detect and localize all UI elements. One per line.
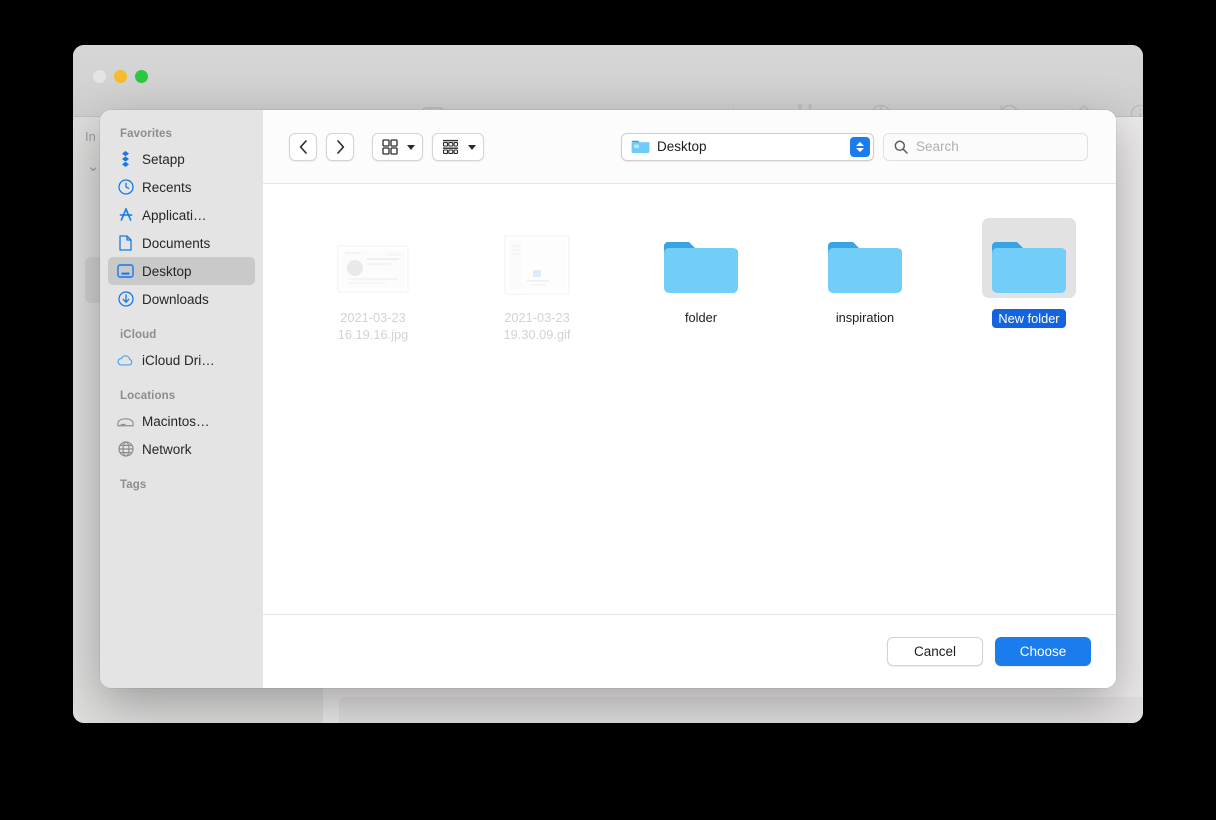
chevron-down-icon xyxy=(468,145,476,150)
globe-icon xyxy=(117,441,134,458)
desktop-icon xyxy=(117,263,134,280)
clock-icon xyxy=(117,179,134,196)
group-view-icon xyxy=(442,139,459,155)
maximize-window-button[interactable] xyxy=(135,70,148,83)
folder-icon xyxy=(989,234,1069,298)
file-label: folder xyxy=(685,309,717,326)
app-content-card xyxy=(339,697,1143,723)
grid-view-icon xyxy=(382,139,398,155)
sidebar-item-setapp[interactable]: Setapp xyxy=(108,145,255,173)
forward-button[interactable] xyxy=(326,133,354,161)
app-titlebar: View Disk Utility Volume First Aid xyxy=(73,45,1143,117)
file-thumbnail xyxy=(490,218,584,298)
sidebar-item-recents[interactable]: Recents xyxy=(108,173,255,201)
sidebar-item-desktop[interactable]: Desktop xyxy=(108,257,255,285)
file-label: 2021-03-23 19.30.09.gif xyxy=(504,309,571,343)
close-window-button[interactable] xyxy=(93,70,106,83)
window-controls[interactable] xyxy=(93,70,148,83)
chevron-down-icon xyxy=(856,148,864,152)
chevron-right-icon xyxy=(336,140,345,154)
icon-view-button[interactable] xyxy=(372,133,423,161)
file-thumbnail xyxy=(982,218,1076,298)
path-popup-label: Desktop xyxy=(657,139,843,154)
sidebar-header-icloud: iCloud xyxy=(100,329,263,346)
back-button[interactable] xyxy=(289,133,317,161)
sidebar-group-tags: Tags xyxy=(100,479,263,496)
file-thumbnail xyxy=(654,218,748,298)
cloud-icon xyxy=(117,352,134,369)
sidebar-label-setapp: Setapp xyxy=(142,152,185,167)
sidebar-label-downloads: Downloads xyxy=(142,292,209,307)
file-thumbnail xyxy=(818,218,912,298)
image-thumbnail-icon xyxy=(503,234,571,298)
sidebar-label-macintosh-hd: Macintos… xyxy=(142,414,210,429)
setapp-icon xyxy=(117,151,134,168)
download-icon xyxy=(117,291,134,308)
chevron-up-icon xyxy=(856,142,864,146)
file-item-new-folder[interactable]: New folder xyxy=(947,218,1111,343)
choose-button[interactable]: Choose xyxy=(995,637,1091,666)
chevron-left-icon xyxy=(299,140,308,154)
hard-drive-icon xyxy=(117,413,134,430)
dialog-footer: Cancel Choose xyxy=(263,614,1116,688)
sidebar-label-icloud-drive: iCloud Dri… xyxy=(142,353,215,368)
sidebar-group-icloud: iCloud iCloud Dri… xyxy=(100,329,263,374)
path-stepper-icon[interactable] xyxy=(850,137,870,157)
search-icon xyxy=(894,140,908,154)
minimize-window-button[interactable] xyxy=(114,70,127,83)
arrange-view-button[interactable] xyxy=(432,133,484,161)
dialog-toolbar: Desktop Search xyxy=(263,110,1116,184)
app-sidebar-disclosure-icon[interactable]: ⌄ xyxy=(87,157,100,175)
sidebar-group-locations: Locations Macintos… Network xyxy=(100,390,263,463)
sidebar-label-desktop: Desktop xyxy=(142,264,192,279)
search-field[interactable]: Search xyxy=(883,133,1088,161)
sidebar-item-network[interactable]: Network xyxy=(108,435,255,463)
sidebar-label-network: Network xyxy=(142,442,192,457)
app-store-a-icon xyxy=(117,207,134,224)
file-item-image-jpg[interactable]: 2021-03-23 16.19.16.jpg xyxy=(291,218,455,343)
document-icon xyxy=(117,235,134,252)
sidebar-header-tags: Tags xyxy=(100,479,263,496)
sidebar-item-macintosh-hd[interactable]: Macintos… xyxy=(108,407,255,435)
cancel-button[interactable]: Cancel xyxy=(887,637,983,666)
search-placeholder: Search xyxy=(916,139,959,154)
sidebar-label-documents: Documents xyxy=(142,236,210,251)
sidebar-header-favorites: Favorites xyxy=(100,128,263,145)
sidebar-item-documents[interactable]: Documents xyxy=(108,229,255,257)
sidebar-header-locations: Locations xyxy=(100,390,263,407)
sidebar-item-icloud-drive[interactable]: iCloud Dri… xyxy=(108,346,255,374)
sidebar-group-favorites: Favorites Setapp Recents xyxy=(100,128,263,313)
file-item-image-gif[interactable]: 2021-03-23 19.30.09.gif xyxy=(455,218,619,343)
image-thumbnail-icon xyxy=(335,242,411,298)
folder-icon xyxy=(661,234,741,298)
file-label: inspiration xyxy=(836,309,894,326)
sidebar-item-downloads[interactable]: Downloads xyxy=(108,285,255,313)
dialog-sidebar: Favorites Setapp Recents xyxy=(100,110,263,688)
file-picker-dialog: Favorites Setapp Recents xyxy=(100,110,1116,688)
chevron-down-icon xyxy=(407,145,415,150)
dialog-main-pane: Desktop Search xyxy=(263,110,1116,688)
file-item-inspiration[interactable]: inspiration xyxy=(783,218,947,343)
path-popup-button[interactable]: Desktop xyxy=(621,133,874,161)
sidebar-label-applications-recents: Recents xyxy=(142,180,192,195)
folder-icon xyxy=(825,234,905,298)
file-label: New folder xyxy=(992,309,1065,328)
file-label: 2021-03-23 16.19.16.jpg xyxy=(338,309,408,343)
sidebar-label-applications: Applicati… xyxy=(142,208,207,223)
file-thumbnail xyxy=(326,218,420,298)
folder-icon xyxy=(631,139,650,154)
app-sidebar-group-label: In xyxy=(85,129,96,144)
sidebar-item-applications[interactable]: Applicati… xyxy=(108,201,255,229)
file-item-folder[interactable]: folder xyxy=(619,218,783,343)
file-grid[interactable]: 2021-03-23 16.19.16.jpg xyxy=(263,184,1116,614)
